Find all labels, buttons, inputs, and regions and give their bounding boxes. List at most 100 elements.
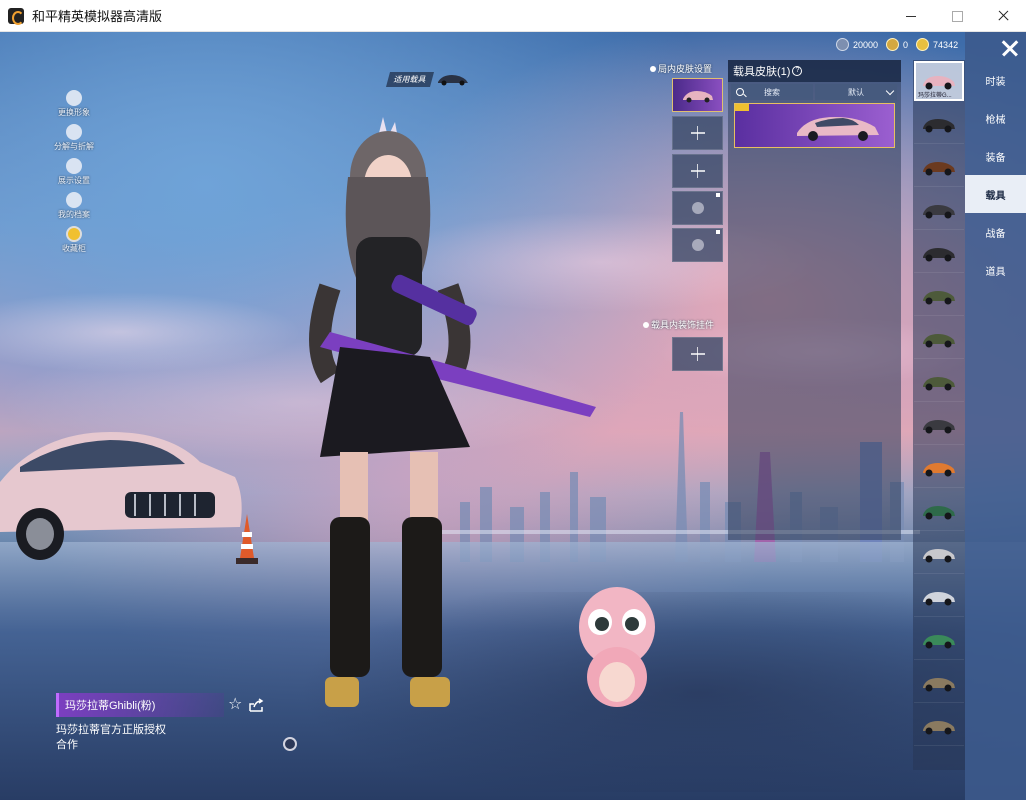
coin-amount: 74342: [933, 39, 959, 50]
vehicle-thumb[interactable]: 玛莎拉蒂G...: [914, 61, 964, 101]
equipped-flag-icon: [735, 104, 749, 111]
vehicle-thumb[interactable]: [914, 577, 964, 617]
tab-fashion[interactable]: 时装: [965, 61, 1026, 99]
orange-car-icon: [923, 462, 955, 476]
skin-slot-2[interactable]: [672, 116, 723, 150]
horn-icon: [691, 202, 704, 214]
decoration-slot[interactable]: [672, 337, 723, 371]
maximize-button[interactable]: [934, 0, 980, 32]
vehicle-thumb[interactable]: [914, 448, 964, 488]
skin-slot-4[interactable]: [672, 191, 723, 225]
minimize-button[interactable]: [888, 0, 934, 32]
vehicle-decoration-title: 载具内装饰挂件: [643, 318, 714, 331]
plus-icon: [690, 164, 705, 178]
vehicle-thumb[interactable]: [914, 706, 964, 746]
fire-icon: [66, 192, 82, 208]
close-window-button[interactable]: [980, 0, 1026, 32]
display-settings-label: 展示设置: [58, 176, 90, 185]
chevron-down-icon: [885, 86, 895, 96]
search-icon: [736, 88, 744, 96]
info-dot-icon: [643, 321, 649, 328]
plus-icon: [690, 347, 705, 361]
motorbike-icon: [923, 247, 955, 261]
bus-icon: [923, 634, 955, 648]
decompose-button[interactable]: 分解与折解: [52, 124, 96, 152]
vehicle-thumb[interactable]: [914, 491, 964, 531]
in-game-skin-settings-title: 局内皮肤设置: [650, 62, 712, 75]
points-amount: 0: [903, 39, 909, 50]
item-name-bar: 玛莎拉蒂Ghibli(粉): [56, 693, 224, 717]
display-settings-button[interactable]: 展示设置: [52, 158, 96, 186]
plus-icon: [690, 126, 705, 140]
buggy-icon: [923, 591, 955, 605]
sedan-icon: [923, 548, 955, 562]
help-icon[interactable]: ?: [792, 66, 803, 76]
tab-equipment[interactable]: 装备: [965, 137, 1026, 175]
pink-car-icon: [682, 91, 713, 103]
skin-slot-3[interactable]: [672, 154, 723, 188]
tab-props[interactable]: 道具: [965, 251, 1026, 289]
vehicle-thumb[interactable]: [914, 663, 964, 703]
green-car-icon: [923, 505, 955, 519]
vehicle-thumb[interactable]: [914, 276, 964, 316]
change-look-button[interactable]: 更换形象: [52, 90, 96, 118]
tab-vehicles[interactable]: 载具: [965, 175, 1026, 213]
motorcycle-icon: [923, 118, 955, 132]
coin-icon: [916, 38, 930, 51]
monster-truck-icon: [923, 419, 955, 433]
vehicle-thumb[interactable]: [914, 233, 964, 273]
sort-dropdown[interactable]: 默认: [815, 84, 897, 100]
lock-icon: [716, 230, 720, 234]
car-icon: [438, 75, 468, 86]
collection-label: 收藏柜: [62, 244, 86, 253]
vehicle-thumb[interactable]: [914, 405, 964, 445]
vehicle-thumb[interactable]: [914, 190, 964, 230]
tab-firearms[interactable]: 枪械: [965, 99, 1026, 137]
sort-label: 默认: [848, 87, 864, 97]
vehicle-thumb[interactable]: [914, 104, 964, 144]
points-icon: [886, 38, 900, 51]
vehicle-model: [0, 432, 242, 560]
collection-button[interactable]: 收藏柜: [52, 226, 96, 254]
slot-panel-title-text: 局内皮肤设置: [658, 64, 713, 74]
tab-supplies[interactable]: 战备: [965, 213, 1026, 251]
crown-icon: [691, 239, 704, 251]
close-panel-icon[interactable]: [998, 36, 1022, 60]
jeep-icon: [923, 333, 955, 347]
skin-slot-5[interactable]: [672, 228, 723, 262]
vehicle-thumb[interactable]: [914, 319, 964, 359]
share-icon[interactable]: [248, 697, 264, 713]
pickup-icon: [923, 720, 955, 734]
my-profile-button[interactable]: 我的档案: [52, 192, 96, 220]
pet-companion: [579, 587, 655, 707]
applicable-vehicle-label: 适用载具: [385, 71, 435, 87]
skin-card-selected[interactable]: [734, 103, 895, 148]
pink-car-icon: [797, 117, 879, 141]
vehicle-thumb[interactable]: [914, 362, 964, 402]
vehicle-thumb[interactable]: [914, 147, 964, 187]
skin-panel-title: 载具皮肤(1): [733, 66, 791, 78]
skin-search-button[interactable]: 搜索: [731, 84, 813, 100]
jeep-icon: [923, 290, 955, 304]
traffic-cone: [236, 514, 258, 564]
window-title: 和平精英模拟器高清版: [32, 9, 163, 24]
skin-slot-1[interactable]: [672, 78, 723, 112]
left-side-menu: 更换形象 分解与折解 展示设置 我的档案 收藏柜: [52, 90, 96, 260]
applicable-vehicle-tag[interactable]: 适用载具: [385, 70, 470, 88]
jeep-icon: [923, 376, 955, 390]
currency-bar: 20000 0 74342: [836, 38, 962, 51]
info-dot-icon: [650, 65, 656, 72]
person-icon: [66, 90, 82, 106]
favorite-star-icon[interactable]: ☆: [228, 697, 242, 713]
vehicle-thumb[interactable]: [914, 620, 964, 660]
badge-icon: [66, 226, 82, 242]
my-profile-label: 我的档案: [58, 210, 90, 219]
item-actions: ☆: [228, 697, 264, 713]
eye-icon: [66, 158, 82, 174]
coupon-amount: 20000: [853, 39, 879, 50]
character-model: [309, 117, 596, 707]
vehicle-thumb[interactable]: [914, 534, 964, 574]
coupon-icon: [836, 38, 849, 51]
rotate-handle-icon[interactable]: [283, 737, 297, 751]
change-look-label: 更换形象: [58, 108, 90, 117]
